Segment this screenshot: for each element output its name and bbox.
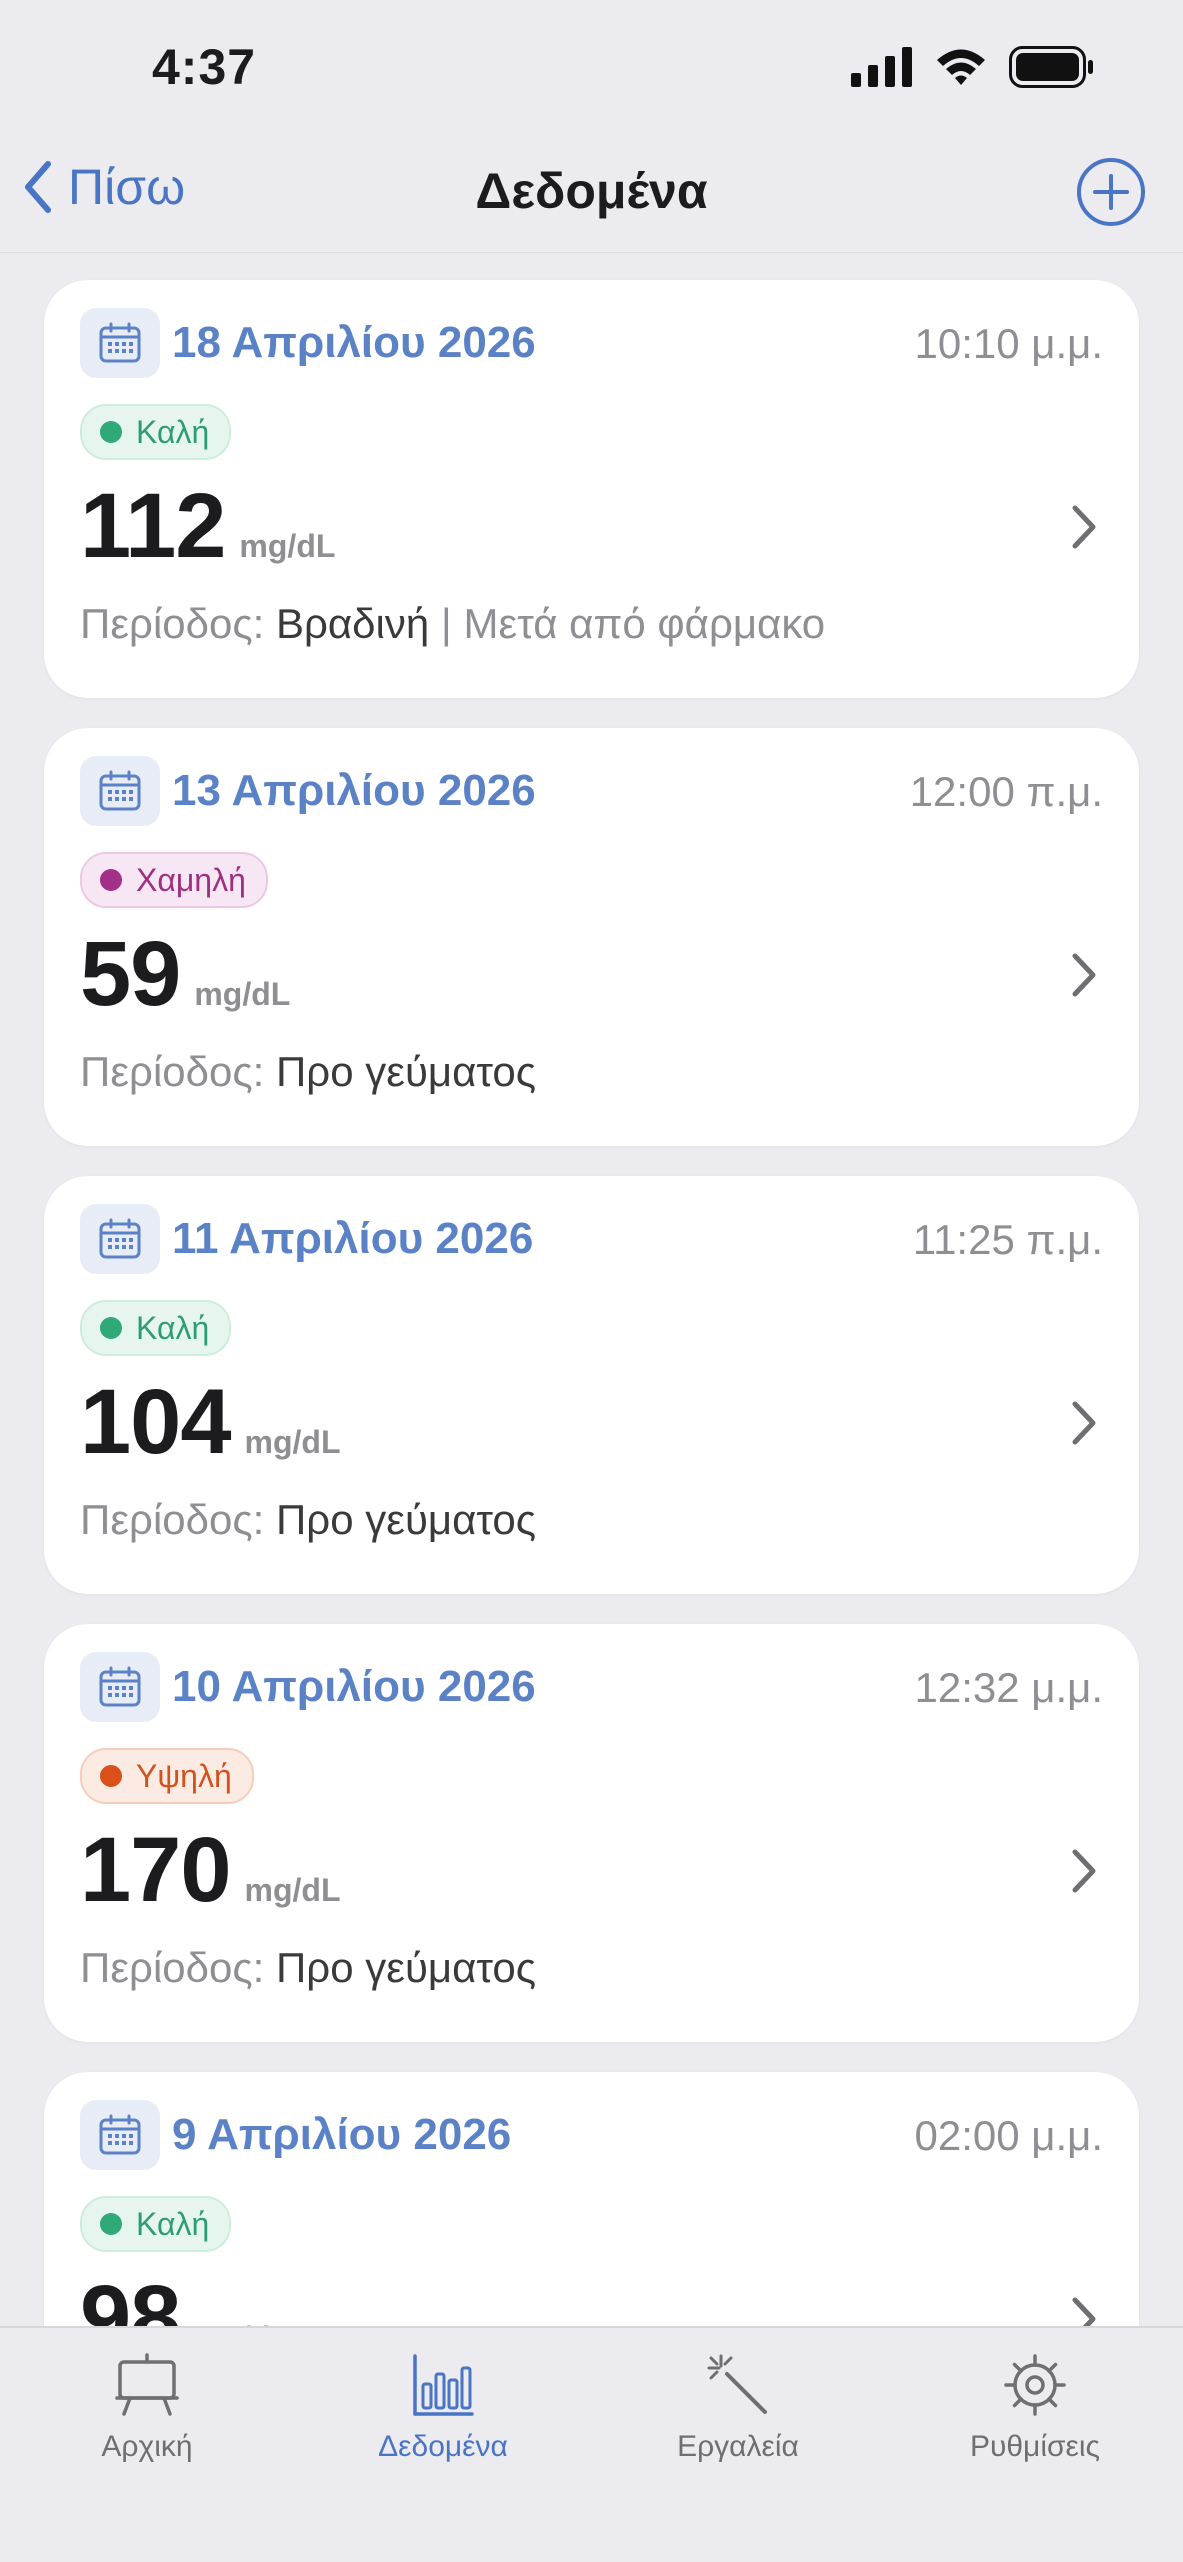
- cellular-signal-icon: [851, 47, 912, 87]
- entry-time: 12:32 μ.μ.: [914, 1664, 1103, 1711]
- entry-period: Περίοδος: Προ γεύματος: [80, 1048, 536, 1096]
- status-label: Χαμηλή: [136, 861, 246, 898]
- period-note: | Μετά από φάρμακο: [440, 600, 826, 647]
- entry-list: 18 Απριλίου 2026 10:10 μ.μ. Καλή 112 mg/…: [44, 280, 1139, 2520]
- reading-value: 59: [80, 923, 181, 1025]
- page-title: Δεδομένα: [475, 163, 708, 219]
- navigation-bar: Πίσω Δεδομένα: [0, 130, 1183, 253]
- tab-label: Ρυθμίσεις: [969, 2430, 1101, 2463]
- period-value: Προ γεύματος: [275, 1496, 536, 1543]
- reading-unit: mg/dL: [244, 1424, 341, 1460]
- tab-settings[interactable]: Ρυθμίσεις: [925, 2348, 1145, 2464]
- chevron-right-icon: [1072, 1401, 1096, 1445]
- reading-unit: mg/dL: [239, 528, 336, 564]
- period-prefix: Περίοδος:: [80, 1048, 265, 1095]
- period-prefix: Περίοδος:: [80, 1944, 265, 1991]
- chevron-right-icon: [1072, 953, 1096, 997]
- period-prefix: Περίοδος:: [80, 1496, 265, 1543]
- reading: 112 mg/dL: [80, 474, 335, 579]
- tab-label: Εργαλεία: [677, 2430, 799, 2463]
- chevron-right-icon: [1072, 505, 1096, 549]
- chevron-right-icon: [1072, 1849, 1096, 1893]
- status-icons: [851, 46, 1095, 88]
- calendar-icon: [80, 756, 160, 826]
- status-label: Καλή: [136, 2205, 210, 2242]
- entry-date: 9 Απριλίου 2026: [172, 2110, 512, 2159]
- add-entry-button[interactable]: [1075, 156, 1147, 228]
- status-dot: [100, 421, 122, 443]
- entry-period: Περίοδος: Προ γεύματος: [80, 1944, 536, 1992]
- battery-icon: [1009, 46, 1093, 88]
- status-label: Υψηλή: [136, 1757, 232, 1794]
- period-value: Βραδινή: [275, 600, 430, 647]
- reading: 104 mg/dL: [80, 1370, 340, 1475]
- status-badge: Καλή: [80, 1300, 232, 1356]
- wifi-icon: [937, 49, 985, 85]
- entry-card[interactable]: 18 Απριλίου 2026 10:10 μ.μ. Καλή 112 mg/…: [44, 280, 1139, 698]
- entry-card[interactable]: 13 Απριλίου 2026 12:00 π.μ. Χαμηλή 59 mg…: [44, 728, 1139, 1146]
- easel-icon: [115, 2353, 179, 2416]
- status-bar: 4:37: [0, 0, 1183, 130]
- reading: 170 mg/dL: [80, 1818, 340, 1923]
- entry-time: 10:10 μ.μ.: [914, 320, 1103, 367]
- status-label: Καλή: [136, 1309, 210, 1346]
- status-dot: [100, 1765, 122, 1787]
- reading: 59 mg/dL: [80, 922, 290, 1027]
- tab-label: Δεδομένα: [378, 2430, 508, 2463]
- calendar-icon: [80, 1204, 160, 1274]
- status-badge: Χαμηλή: [80, 852, 268, 908]
- entry-period: Περίοδος: Βραδινή | Μετά από φάρμακο: [80, 600, 825, 648]
- period-value: Προ γεύματος: [275, 1048, 536, 1095]
- gear-icon: [1004, 2354, 1066, 2416]
- reading-unit: mg/dL: [194, 976, 291, 1012]
- reading-value: 104: [80, 1371, 231, 1473]
- status-dot: [100, 869, 122, 891]
- entry-time: 02:00 μ.μ.: [914, 2112, 1103, 2159]
- tab-home[interactable]: Αρχική: [37, 2348, 257, 2464]
- status-dot: [100, 1317, 122, 1339]
- status-badge: Υψηλή: [80, 1748, 254, 1804]
- tab-tools[interactable]: Εργαλεία: [628, 2348, 848, 2464]
- tab-data[interactable]: Δεδομένα: [333, 2348, 553, 2464]
- tab-label: Αρχική: [101, 2430, 193, 2463]
- magic-wand-icon: [707, 2354, 767, 2414]
- calendar-icon: [80, 308, 160, 378]
- period-prefix: Περίοδος:: [80, 600, 265, 647]
- reading-unit: mg/dL: [244, 1872, 341, 1908]
- status-badge: Καλή: [80, 2196, 232, 2252]
- reading-value: 170: [80, 1819, 231, 1921]
- period-value: Προ γεύματος: [275, 1944, 536, 1991]
- entry-date: 13 Απριλίου 2026: [172, 766, 536, 815]
- calendar-icon: [80, 2100, 160, 2170]
- entry-time: 12:00 π.μ.: [909, 768, 1103, 815]
- entry-card[interactable]: 10 Απριλίου 2026 12:32 μ.μ. Υψηλή 170 mg…: [44, 1624, 1139, 2042]
- entry-card[interactable]: 11 Απριλίου 2026 11:25 π.μ. Καλή 104 mg/…: [44, 1176, 1139, 1594]
- status-time: 4:37: [152, 39, 257, 95]
- status-label: Καλή: [136, 413, 210, 450]
- bar-chart-icon: [413, 2354, 474, 2416]
- status-dot: [100, 2213, 122, 2235]
- calendar-icon: [80, 1652, 160, 1722]
- tab-bar: Αρχική Δεδομένα Εργαλεία Ρυθμίσεις: [0, 2326, 1183, 2562]
- reading-value: 112: [80, 475, 226, 577]
- entry-date: 11 Απριλίου 2026: [172, 1214, 534, 1263]
- entry-date: 10 Απριλίου 2026: [172, 1662, 536, 1711]
- entry-date: 18 Απριλίου 2026: [172, 318, 536, 367]
- entry-time: 11:25 π.μ.: [912, 1216, 1103, 1263]
- entry-period: Περίοδος: Προ γεύματος: [80, 1496, 536, 1544]
- status-badge: Καλή: [80, 404, 232, 460]
